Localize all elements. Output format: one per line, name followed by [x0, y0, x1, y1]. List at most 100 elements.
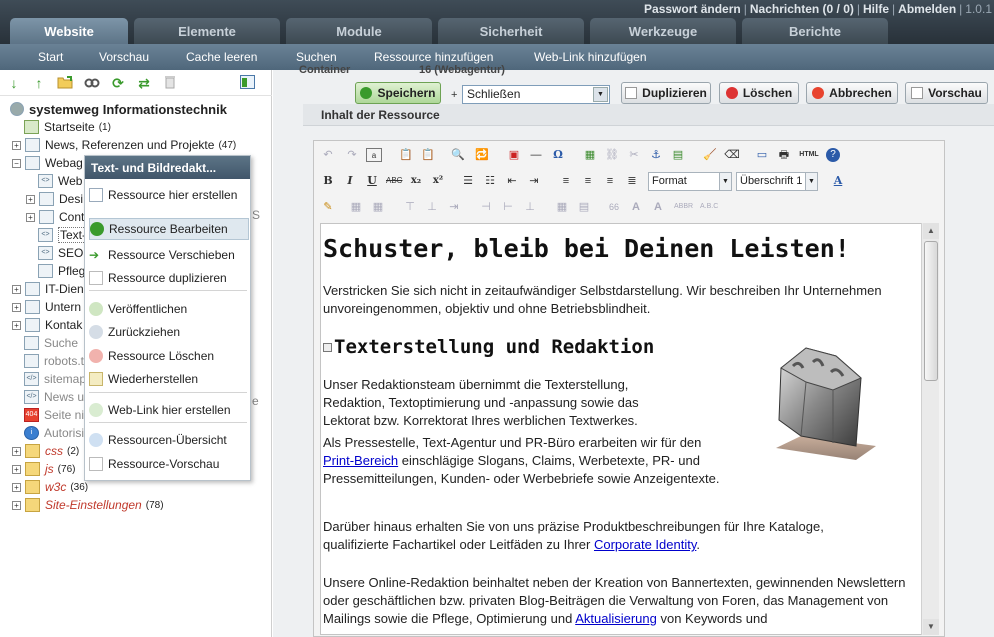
subnav-ressource-hinzufuegen[interactable]: Ressource hinzufügen: [374, 50, 493, 64]
corporate-identity-link[interactable]: Corporate Identity: [594, 537, 696, 552]
numbered-list-icon[interactable]: ☷: [482, 174, 498, 188]
change-password-link[interactable]: Passwort ändern: [644, 2, 741, 16]
paste-icon[interactable]: 📋: [398, 148, 414, 162]
ctx-unpublish[interactable]: Zurückziehen: [89, 325, 249, 339]
col-after-icon[interactable]: ⊢: [500, 200, 516, 214]
tree-item-site-einstellungen[interactable]: + Site-Einstellungen (78): [12, 496, 164, 514]
ctx-move[interactable]: ➔ Ressource Verschieben: [89, 248, 249, 262]
tree-item-unternehmen[interactable]: + Untern: [12, 298, 81, 316]
link-icon[interactable]: ⛓: [604, 148, 620, 162]
tab-elemente[interactable]: Elemente: [134, 18, 280, 44]
expand-icon[interactable]: +: [12, 500, 21, 510]
subnav-weblink-hinzufuegen[interactable]: Web-Link hinzufügen: [534, 50, 647, 64]
col-before-icon[interactable]: ⊣: [478, 200, 494, 214]
row-before-icon[interactable]: ⊤: [402, 200, 418, 214]
media-icon[interactable]: ▤: [670, 148, 686, 162]
insert-image-icon[interactable]: ▣: [506, 148, 522, 162]
tree-root[interactable]: systemweg Informationstechnik: [10, 100, 227, 118]
table-props-icon[interactable]: ▦: [370, 200, 386, 214]
close-action-select[interactable]: Schließen ▼: [462, 85, 610, 104]
scroll-down-icon[interactable]: ▼: [923, 619, 939, 635]
tree-item-news-feed[interactable]: </> News u: [24, 388, 84, 406]
new-folder-icon[interactable]: [57, 75, 73, 91]
italic-icon[interactable]: I: [342, 174, 358, 188]
edit-css-icon[interactable]: ✎: [320, 200, 336, 214]
tree-item-content[interactable]: + Cont: [26, 208, 84, 226]
new-weblink-icon[interactable]: [84, 75, 100, 91]
superscript-icon[interactable]: x²: [430, 174, 446, 188]
acronym-icon[interactable]: A.B.C: [700, 200, 718, 214]
trash-icon[interactable]: [162, 75, 178, 91]
expand-icon[interactable]: +: [12, 320, 21, 330]
undo-icon[interactable]: ↶: [320, 148, 336, 162]
tree-item-pflege[interactable]: Pfleg: [38, 262, 85, 280]
subnav-cache-leeren[interactable]: Cache leeren: [186, 50, 257, 64]
delete-row-icon[interactable]: ⇥: [446, 200, 462, 214]
search-icon[interactable]: 🔍: [450, 148, 466, 162]
aktualisierung-link[interactable]: Aktualisierung: [575, 611, 657, 626]
editor-scrollbar[interactable]: ▲ ▼: [921, 223, 939, 635]
tab-sicherheit[interactable]: Sicherheit: [438, 18, 584, 44]
tree-item-js[interactable]: + js (76): [12, 460, 75, 478]
format-select[interactable]: Format ▼: [648, 172, 732, 191]
expand-icon[interactable]: +: [12, 446, 21, 456]
ctx-create-here[interactable]: Ressource hier erstellen: [89, 188, 249, 202]
refresh-icon[interactable]: ⟳: [110, 75, 126, 91]
tree-item-robots[interactable]: robots.t: [24, 352, 84, 370]
tree-item-suche[interactable]: Suche: [24, 334, 78, 352]
paste-word-icon[interactable]: 📋: [420, 148, 436, 162]
tree-item-design[interactable]: + Desi: [26, 190, 83, 208]
tree-item-404[interactable]: 404 Seite ni: [24, 406, 84, 424]
split-cells-icon[interactable]: ▦: [554, 200, 570, 214]
align-left-icon[interactable]: ≡: [558, 174, 574, 188]
ctx-publish[interactable]: Veröffentlichen: [89, 302, 249, 316]
replace-icon[interactable]: 🔁: [474, 148, 490, 162]
duplicate-button[interactable]: Duplizieren: [621, 82, 711, 104]
ctx-edit[interactable]: Ressource Bearbeiten: [89, 218, 249, 240]
print-bereich-link[interactable]: Print-Bereich: [323, 453, 398, 468]
tree-item-autorisierung[interactable]: i Autorisi: [24, 424, 84, 442]
preview-button[interactable]: Vorschau: [905, 82, 988, 104]
image-icon[interactable]: ▦: [582, 148, 598, 162]
remove-format-icon[interactable]: ⌫: [724, 148, 740, 162]
subnav-start[interactable]: Start: [38, 50, 63, 64]
ctx-restore[interactable]: Wiederherstellen: [89, 372, 249, 386]
tree-item-news[interactable]: + News, Referenzen und Projekte (47): [12, 136, 236, 154]
redo-icon[interactable]: ↷: [344, 148, 360, 162]
html-source-icon[interactable]: HTML: [798, 148, 820, 162]
outdent-icon[interactable]: ⇤: [504, 174, 520, 188]
align-right-icon[interactable]: ≡: [602, 174, 618, 188]
help-icon[interactable]: ?: [826, 148, 840, 162]
tree-item-css[interactable]: + css (2): [12, 442, 79, 460]
unlink-icon[interactable]: ✂: [626, 148, 642, 162]
tree-item-w3c[interactable]: + w3c (36): [12, 478, 88, 496]
tree-item-seo[interactable]: <> SEO: [38, 244, 83, 262]
ctx-overview[interactable]: Ressourcen-Übersicht: [89, 433, 249, 447]
expand-icon[interactable]: +: [12, 140, 21, 150]
editor-content-area[interactable]: Schuster, bleib bei Deinen Leisten! Vers…: [320, 223, 926, 635]
ctx-create-weblink[interactable]: Web-Link hier erstellen: [89, 403, 249, 417]
expand-icon[interactable]: +: [12, 302, 21, 312]
table-icon[interactable]: ▦: [348, 200, 364, 214]
tree-item-startseite[interactable]: Startseite (1): [24, 118, 111, 136]
expand-icon[interactable]: +: [12, 482, 21, 492]
quote-icon[interactable]: 66: [606, 200, 622, 214]
messages-link[interactable]: Nachrichten (0 / 0): [750, 2, 854, 16]
row-after-icon[interactable]: ⊥: [424, 200, 440, 214]
merge-cells-icon[interactable]: ▤: [576, 200, 592, 214]
special-char-icon[interactable]: Ω: [550, 148, 566, 162]
tree-item-sitemap[interactable]: </> sitemap: [24, 370, 86, 388]
strikethrough-icon[interactable]: ABC: [386, 174, 402, 188]
tree-item-kontakt[interactable]: + Kontak: [12, 316, 82, 334]
cancel-button[interactable]: Abbrechen: [806, 82, 898, 104]
tree-item-text[interactable]: <> Text-: [38, 226, 89, 244]
tab-berichte[interactable]: Berichte: [742, 18, 888, 44]
styles-icon[interactable]: A: [830, 174, 846, 188]
save-button[interactable]: Speichern: [355, 82, 441, 104]
tree-item-web[interactable]: <> Web: [38, 172, 82, 190]
subnav-suchen[interactable]: Suchen: [296, 50, 337, 64]
tab-werkzeuge[interactable]: Werkzeuge: [590, 18, 736, 44]
heading-select[interactable]: Überschrift 1 ▼: [736, 172, 818, 191]
tab-module[interactable]: Module: [286, 18, 432, 44]
logout-link[interactable]: Abmelden: [898, 2, 956, 16]
